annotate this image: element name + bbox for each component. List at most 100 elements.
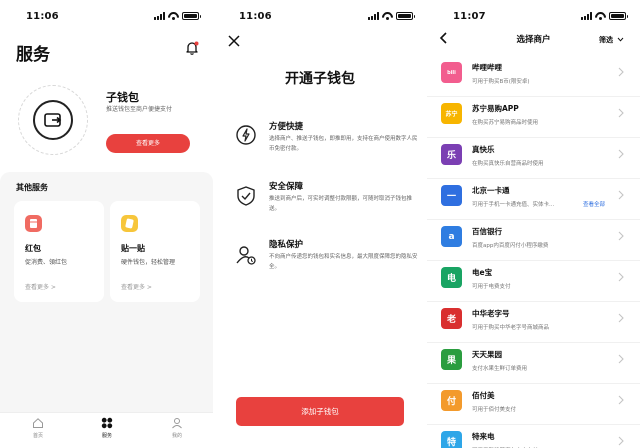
merchant-name: 电e宝	[472, 268, 493, 277]
filter-button[interactable]: 筛选	[599, 35, 624, 45]
view-more-button[interactable]: 查看更多	[106, 134, 190, 153]
card-more-link[interactable]: 查看更多 >	[121, 282, 152, 291]
chevron-right-icon	[618, 436, 624, 446]
feature-desc: 不向商户传递您的钱包和实名信息，最大限度保障您的隐私安全。	[269, 254, 418, 270]
battery-icon	[396, 12, 415, 20]
merchant-logo: a	[441, 226, 462, 247]
battery-icon	[182, 12, 201, 20]
chevron-right-icon	[618, 149, 624, 159]
signal-icon	[154, 12, 165, 20]
other-services-title: 其他服务	[16, 183, 48, 192]
status-icons	[368, 12, 415, 20]
merchant-row[interactable]: 乐 真快乐 在购买真快乐自营商品时使用	[427, 138, 640, 179]
profile-icon	[172, 418, 182, 429]
feature-name: 安全保障	[269, 182, 304, 192]
chevron-down-icon	[618, 37, 624, 42]
status-icons	[581, 12, 628, 20]
merchant-row[interactable]: 一 北京一卡通可用于手机一卡通充值、实体卡... 查看全部	[427, 179, 640, 220]
battery-icon	[609, 12, 628, 20]
status-time: 11:06	[239, 11, 272, 22]
merchant-desc: 可用于电费支付	[472, 284, 511, 290]
merchant-row[interactable]: a 百信银行百度app内百度闪付小程序缴费	[427, 220, 640, 261]
feature-name: 方便快捷	[269, 122, 304, 132]
merchant-desc: 可用于手机一卡通充值、实体卡...	[472, 202, 555, 208]
tab-label: 服务	[101, 433, 112, 439]
close-icon[interactable]	[227, 34, 241, 48]
chevron-right-icon	[618, 67, 624, 77]
merchant-desc: 百度app内百度闪付小程序缴费	[472, 243, 549, 249]
status-time: 11:06	[26, 11, 59, 22]
services-grid-icon	[101, 417, 113, 429]
merchant-logo: 苏宁	[441, 103, 462, 124]
merchant-desc: 可用于佰付美支付	[472, 407, 517, 413]
merchant-name: 天天果园	[472, 350, 502, 359]
status-bar: 11:07	[427, 0, 640, 30]
merchant-row[interactable]: 老 中华老字号可用于购买中华老字号商城商品	[427, 302, 640, 343]
wifi-icon	[382, 12, 393, 20]
sub-wallet-title: 子钱包	[106, 91, 139, 104]
merchant-row[interactable]: 付 佰付美 可用于佰付美支付	[427, 384, 640, 425]
merchant-name: 特来电	[472, 432, 495, 441]
tap-card-icon	[121, 215, 138, 232]
chevron-right-icon	[618, 231, 624, 241]
merchant-row[interactable]: 特特来电可用于新能源汽车充电支付	[427, 425, 640, 448]
merchant-row[interactable]: 果 天天果园支付水果生鲜订单费用	[427, 343, 640, 384]
service-card-red-packet[interactable]: 红包 促消费、領红包 查看更多 >	[14, 201, 104, 302]
merchant-logo: 果	[441, 349, 462, 370]
chevron-right-icon	[618, 190, 624, 200]
select-merchant-screen: 11:07 选择商户 筛选 bili 哔哩哔哩 可用于购买B币(限安卓) 苏宁 苏宁易购…	[427, 0, 640, 448]
tab-profile[interactable]: 我的	[157, 417, 197, 439]
card-desc: 硬件钱包，轻松管理	[121, 259, 176, 266]
bell-icon[interactable]	[184, 40, 200, 56]
merchant-name: 哔哩哔哩	[472, 63, 502, 72]
feature-desc: 推送到商户后，可实时调整付款限额，可随时取消子钱包推送。	[269, 196, 413, 212]
merchant-logo: bili	[441, 62, 462, 83]
wifi-icon	[595, 12, 606, 20]
merchant-name: 佰付美	[472, 391, 495, 400]
services-screen: 11:06 服务 子钱包 推送钱包至商户便捷支付 查看更多 其他服务 红包 促消…	[0, 0, 213, 448]
sub-wallet-desc: 推送钱包至商户便捷支付	[106, 106, 173, 113]
card-name: 贴一贴	[121, 244, 145, 253]
card-more-link[interactable]: 查看更多 >	[25, 282, 56, 291]
merchant-row[interactable]: 电 电e宝可用于电费支付	[427, 261, 640, 302]
feature-desc: 选择商户、推送子钱包，即推即用，支持在商户使用数字人民币免密付款。	[269, 136, 418, 152]
merchant-logo: 电	[441, 267, 462, 288]
tab-label: 我的	[171, 433, 182, 439]
merchant-desc: 支付水果生鲜订单费用	[472, 366, 528, 372]
chevron-right-icon	[618, 313, 624, 323]
service-card-tap[interactable]: 贴一贴 硬件钱包，轻松管理 查看更多 >	[110, 201, 200, 302]
merchant-name: 中华老字号	[472, 309, 510, 318]
privacy-user-icon	[236, 246, 256, 265]
chevron-right-icon	[618, 395, 624, 405]
chevron-right-icon	[618, 354, 624, 364]
wallet-icon	[33, 100, 73, 140]
merchant-desc: 在购买苏宁易购商品时使用	[472, 120, 539, 126]
merchant-logo: 一	[441, 185, 462, 206]
merchant-name: 真快乐	[472, 145, 495, 154]
view-all-link[interactable]: 查看全部	[583, 200, 605, 208]
add-sub-wallet-button[interactable]: 添加子钱包	[236, 397, 404, 426]
card-name: 红包	[25, 244, 41, 253]
merchant-name: 北京一卡通	[472, 186, 510, 195]
open-sub-wallet-screen: 11:06 开通子钱包 方便快捷 选择商户、推送子钱包，即推即用，支持在商户使用…	[213, 0, 427, 448]
merchant-desc: 可用于购买中华老字号商城商品	[472, 325, 550, 331]
chevron-right-icon	[618, 108, 624, 118]
merchant-desc: 可用于购买B币(限安卓)	[472, 79, 530, 85]
feature-name: 隐私保护	[269, 240, 304, 250]
chevron-right-icon	[618, 272, 624, 282]
status-time: 11:07	[453, 11, 486, 22]
merchant-row[interactable]: bili 哔哩哔哩可用于购买B币(限安卓)	[427, 56, 640, 97]
merchant-logo: 特	[441, 431, 462, 448]
merchant-name: 苏宁易购APP	[472, 104, 519, 113]
merchant-row[interactable]: 苏宁 苏宁易购APP 在购买苏宁易购商品时使用	[427, 97, 640, 138]
tab-services[interactable]: 服务	[87, 417, 127, 439]
red-packet-icon	[25, 215, 42, 232]
page-title: 开通子钱包	[285, 71, 355, 87]
status-icons	[154, 12, 201, 20]
tab-home[interactable]: 首页	[18, 417, 58, 439]
page-title: 服务	[16, 45, 50, 65]
merchant-name: 百信银行	[472, 227, 502, 236]
merchant-logo: 老	[441, 308, 462, 329]
home-icon	[33, 418, 43, 428]
wifi-icon	[168, 12, 179, 20]
